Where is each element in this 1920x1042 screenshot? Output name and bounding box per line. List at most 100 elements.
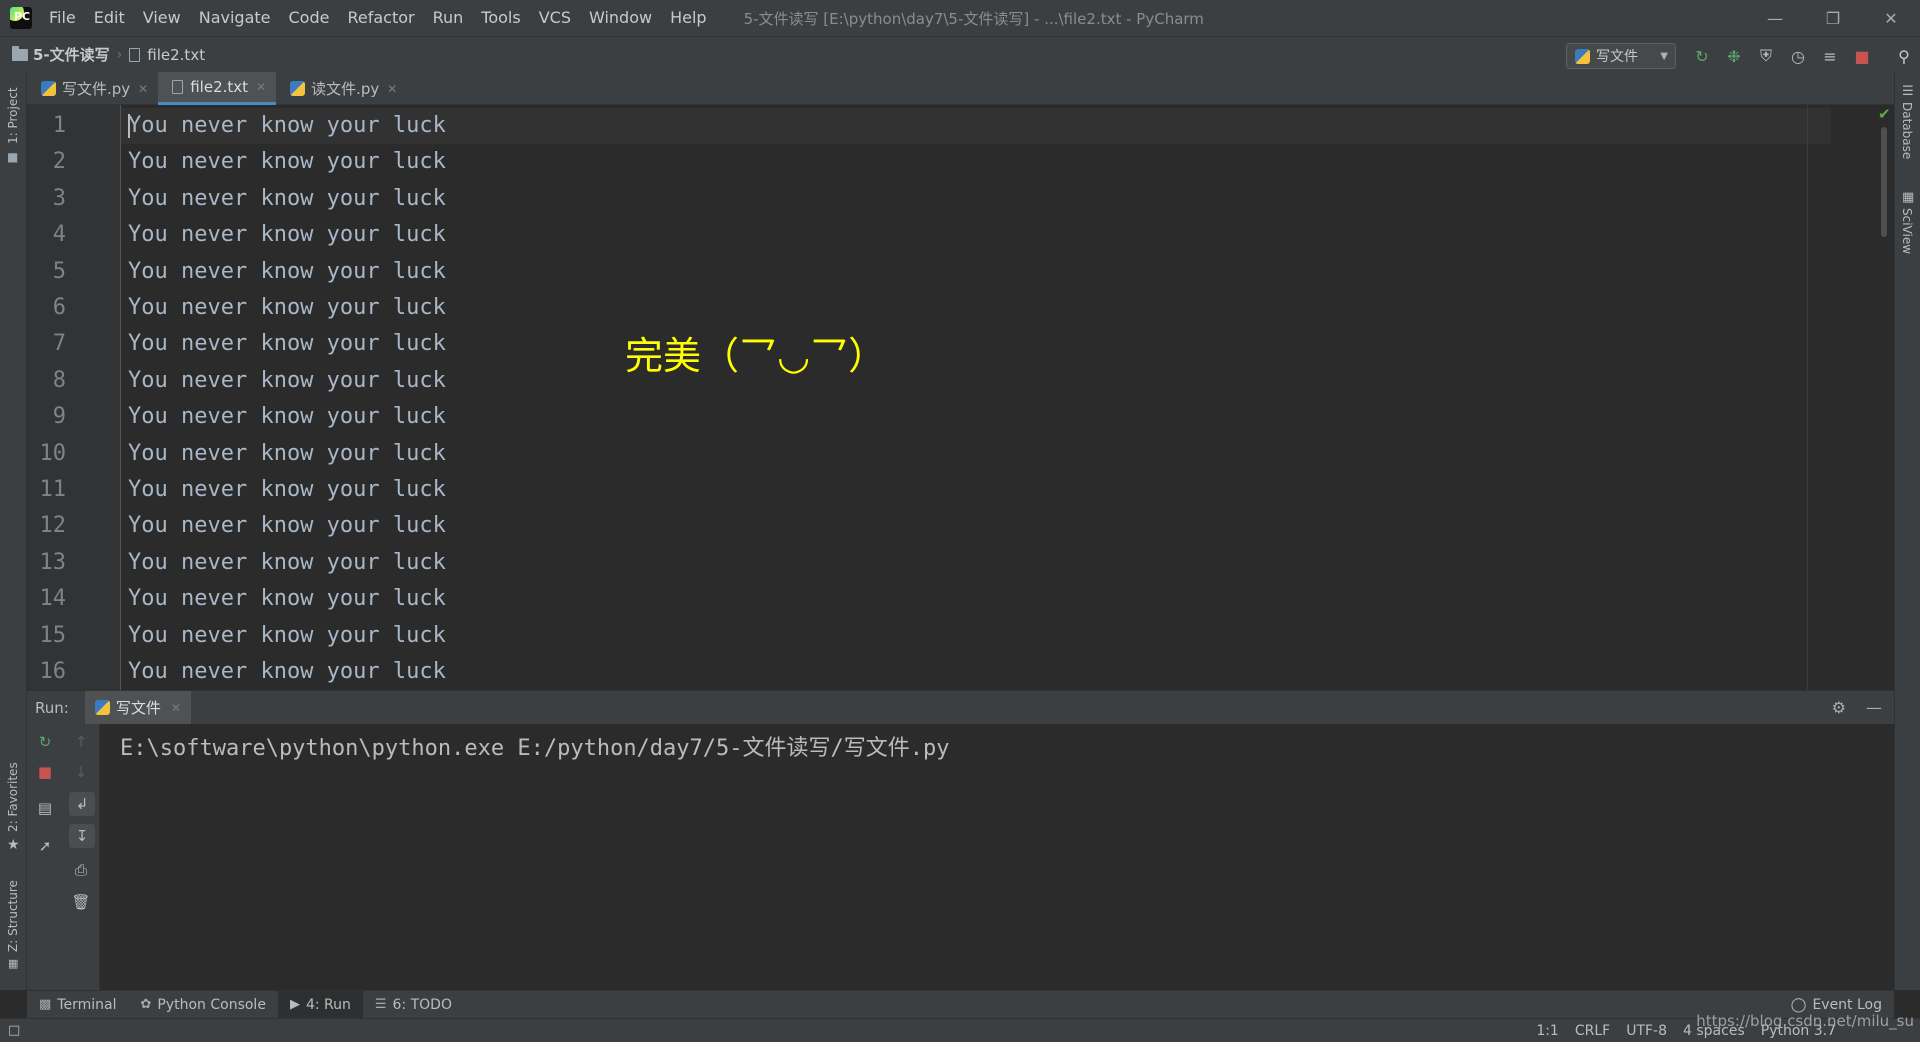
print-icon[interactable]: ⎙: [63, 858, 99, 882]
close-tab-icon[interactable]: ✕: [138, 82, 148, 96]
line-separator[interactable]: CRLF: [1575, 1023, 1610, 1039]
scroll-to-end-icon[interactable]: ↧: [69, 824, 95, 848]
window-title: 5-文件读写 [E:\python\day7\5-文件读写] - ...\fil…: [743, 9, 1204, 28]
menu-code[interactable]: Code: [280, 0, 339, 36]
menu-tools[interactable]: Tools: [472, 0, 529, 36]
arrow-up-icon[interactable]: ↑: [63, 730, 99, 754]
tab-write-file[interactable]: 写文件.py ✕: [27, 72, 158, 105]
line-number: 2: [52, 149, 66, 175]
close-window-icon[interactable]: ✕: [1862, 0, 1920, 36]
pin-icon[interactable]: ➚: [27, 834, 63, 858]
run-tab-write-file[interactable]: 写文件 ✕: [84, 690, 191, 725]
breadcrumb-project[interactable]: 5-文件读写: [0, 44, 110, 65]
chevron-down-icon: ▼: [1660, 50, 1668, 62]
close-tab-icon[interactable]: ✕: [256, 80, 266, 94]
run-toolbar-secondary: ↑ ↓ ↲ ↧ ⎙ 🗑: [63, 724, 100, 990]
editor-tabs: 写文件.py ✕ file2.txt ✕ 读文件.py ✕: [27, 72, 1894, 105]
menu-window[interactable]: Window: [580, 0, 661, 36]
breadcrumb-file[interactable]: file2.txt: [129, 46, 205, 64]
profile-icon[interactable]: ◷: [1788, 46, 1808, 66]
run-label: Run:: [35, 698, 69, 717]
stop-icon[interactable]: ■: [1852, 46, 1872, 66]
search-everywhere-icon[interactable]: ⚲: [1894, 46, 1914, 66]
code-line: You never know your luck: [128, 149, 446, 175]
line-number: 7: [52, 331, 66, 357]
pycharm-logo-icon: PC: [10, 7, 32, 29]
run-tool-button[interactable]: ▶ 4: Run: [277, 990, 363, 1019]
event-log-button[interactable]: ◯ Event Log: [1791, 997, 1882, 1013]
soft-wrap-icon[interactable]: ↲: [69, 792, 95, 816]
structure-icon: ▦: [8, 957, 19, 970]
coverage-shield-icon[interactable]: ⛨: [1756, 46, 1776, 66]
code-line: You never know your luck: [128, 586, 446, 612]
terminal-tool-button[interactable]: ▩ Terminal: [27, 991, 128, 1019]
restore-layout-icon[interactable]: ▤: [27, 796, 63, 820]
database-tool-button[interactable]: Database: [1900, 102, 1914, 159]
code-line: You never know your luck: [128, 185, 446, 211]
line-number: 1: [52, 113, 66, 138]
line-number: 9: [52, 404, 66, 430]
debug-bug-icon[interactable]: ❉: [1724, 46, 1744, 66]
menu-help[interactable]: Help: [661, 0, 715, 36]
menu-vcs[interactable]: VCS: [530, 0, 580, 36]
structure-tool-button[interactable]: Z: Structure: [6, 880, 20, 952]
rerun-icon[interactable]: ↻: [27, 730, 63, 754]
caret-position[interactable]: 1:1: [1536, 1023, 1559, 1039]
sciview-tool-button[interactable]: SciView: [1900, 208, 1914, 254]
line-number: 4: [52, 222, 66, 248]
minimize-icon[interactable]: —: [1746, 0, 1804, 36]
event-log-icon: ◯: [1790, 996, 1807, 1013]
code-line: You never know your luck: [128, 549, 446, 575]
python-file-icon: [290, 81, 306, 96]
toggle-tool-windows-icon[interactable]: □: [8, 1023, 20, 1038]
menu-run[interactable]: Run: [424, 0, 473, 36]
right-margin-guide: [1807, 105, 1808, 690]
python-icon: [94, 700, 110, 715]
editor-scrollbar[interactable]: [1881, 127, 1887, 237]
file-encoding[interactable]: UTF-8: [1626, 1023, 1667, 1039]
line-number: 11: [39, 477, 67, 502]
trash-icon[interactable]: 🗑: [63, 890, 99, 914]
run-tool-header: Run: 写文件 ✕ ⚙ —: [27, 690, 1894, 725]
text-file-icon: [129, 47, 141, 62]
favorites-tool-button[interactable]: 2: Favorites: [6, 762, 20, 832]
menu-file[interactable]: File: [40, 0, 85, 36]
python-file-icon: [41, 81, 56, 96]
code-line: You never know your luck: [128, 222, 446, 248]
close-tab-icon[interactable]: ✕: [387, 82, 397, 96]
stop-icon[interactable]: ■: [27, 760, 63, 784]
bottom-tool-bar: ▩ Terminal ✿ Python Console ▶ 4: Run ☰ 6…: [27, 990, 1894, 1019]
arrow-down-icon[interactable]: ↓: [63, 760, 99, 784]
watermark-url: https://blog.csdn.net/milu_su: [1696, 1012, 1914, 1030]
menu-edit[interactable]: Edit: [85, 0, 134, 36]
run-concurrency-icon[interactable]: ≡: [1820, 46, 1840, 66]
gear-icon[interactable]: ⚙: [1832, 698, 1846, 717]
rerun-icon[interactable]: ↻: [1692, 46, 1712, 66]
line-number: 13: [39, 549, 67, 575]
tab-file2[interactable]: file2.txt ✕: [158, 72, 277, 105]
line-number-gutter: 1 2 3 4 5 6 7 8 9 10 11 12 13 14 15 16: [27, 105, 121, 690]
run-configuration-select[interactable]: 写文件 ▼: [1566, 43, 1676, 69]
code-line: You never know your luck: [128, 295, 446, 320]
line-number: 6: [52, 295, 66, 320]
menu-navigate[interactable]: Navigate: [190, 0, 280, 36]
run-toolbar-primary: ↻ ■ ▤ ➚: [27, 724, 63, 990]
hide-panel-icon[interactable]: —: [1866, 698, 1882, 717]
breadcrumb-separator: ›: [116, 46, 123, 63]
todo-tool-button[interactable]: ☰ 6: TODO: [363, 991, 464, 1019]
menu-view[interactable]: View: [134, 0, 190, 36]
overlay-annotation-text: 完美（乛◡乛）: [625, 334, 887, 378]
run-header-tools: ⚙ —: [1832, 698, 1882, 717]
code-line: You never know your luck: [128, 258, 446, 284]
restore-icon[interactable]: ❐: [1804, 0, 1862, 36]
python-console-tool-button[interactable]: ✿ Python Console: [128, 991, 277, 1019]
tab-read-file[interactable]: 读文件.py ✕: [276, 72, 407, 105]
favorites-star-icon: ★: [7, 837, 20, 853]
menu-refactor[interactable]: Refactor: [338, 0, 423, 36]
project-tool-button[interactable]: 1: Project: [6, 87, 20, 144]
code-editor[interactable]: 1 2 3 4 5 6 7 8 9 10 11 12 13 14 15 16 You never know y…: [27, 105, 1894, 690]
run-console[interactable]: E:\software\python\python.exe E:/python/…: [100, 724, 1894, 990]
close-run-tab-icon[interactable]: ✕: [171, 701, 181, 715]
project-folder-icon: ■: [7, 150, 19, 164]
code-line: You never know your luck: [128, 659, 446, 684]
